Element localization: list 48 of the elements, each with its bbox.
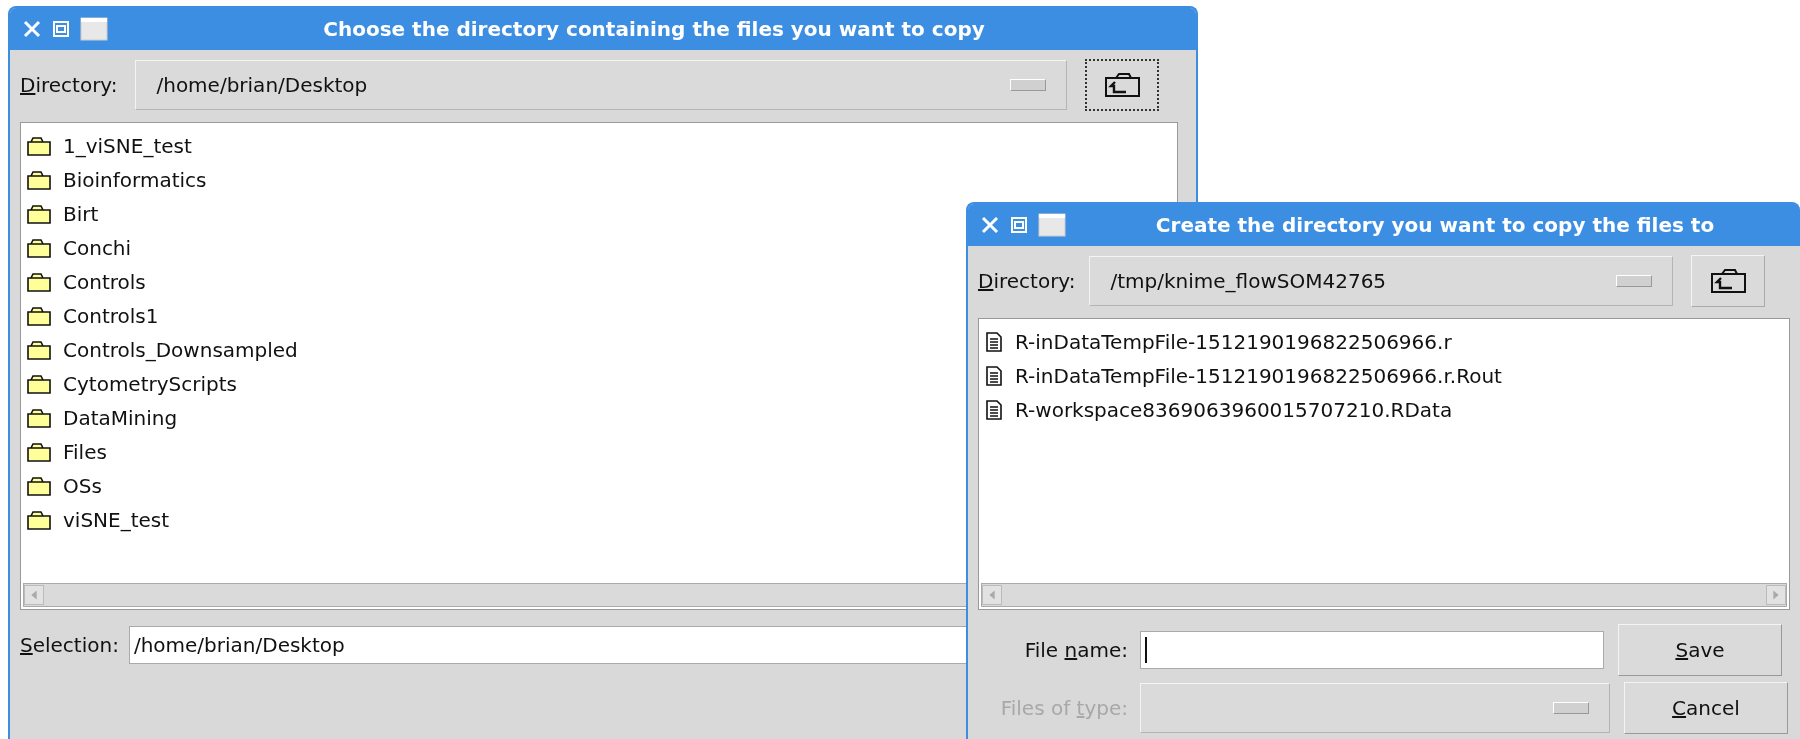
close-icon[interactable] [22, 19, 42, 39]
folder-icon [27, 170, 51, 190]
folder-item[interactable]: Files [27, 435, 1171, 469]
scroll-left-icon[interactable] [982, 585, 1002, 605]
file-name-field[interactable] [1140, 631, 1604, 669]
scroll-left-icon[interactable] [24, 585, 44, 605]
selection-label: Selection: [20, 633, 119, 657]
folder-icon [27, 442, 51, 462]
folder-item[interactable]: OSs [27, 469, 1171, 503]
cancel-button[interactable]: Cancel [1624, 682, 1788, 734]
directory-label: Directory: [20, 73, 118, 97]
restore-icon[interactable] [52, 20, 70, 38]
folder-icon [27, 306, 51, 326]
dropdown-icon [1010, 79, 1047, 91]
folder-up-icon [1102, 70, 1143, 100]
folder-icon [27, 238, 51, 258]
file-icon [985, 366, 1003, 386]
folder-icon [27, 204, 51, 224]
folder-icon [27, 510, 51, 530]
directory-label: Directory: [978, 269, 1076, 293]
folder-icon [27, 374, 51, 394]
folder-icon [27, 272, 51, 292]
scroll-right-icon[interactable] [1766, 585, 1786, 605]
folder-item[interactable]: 1_viSNE_test [27, 129, 1171, 163]
file-item[interactable]: R-workspace8369063960015707210.RData [985, 393, 1783, 427]
folder-item[interactable]: Bioinformatics [27, 163, 1171, 197]
dropdown-icon [1616, 275, 1653, 287]
folder-icon [27, 476, 51, 496]
file-icon [985, 332, 1003, 352]
window-title: Choose the directory containing the files you want to copy [322, 17, 986, 41]
folder-icon [27, 408, 51, 428]
folder-item[interactable]: viSNE_test [27, 503, 1171, 537]
folder-icon [27, 340, 51, 360]
directory-combo[interactable]: /tmp/knime_flowSOM42765 [1089, 256, 1674, 306]
save-button[interactable]: Save [1618, 624, 1782, 676]
maximize-icon[interactable] [1038, 213, 1066, 237]
close-icon[interactable] [980, 215, 1000, 235]
file-name-label: File name: [1023, 638, 1128, 662]
parent-directory-button[interactable] [1085, 59, 1160, 111]
directory-combo[interactable]: /home/brian/Desktop [135, 60, 1068, 110]
restore-icon[interactable] [1010, 216, 1028, 234]
folder-up-icon [1708, 266, 1749, 296]
dropdown-icon [1553, 702, 1589, 714]
folder-icon [27, 136, 51, 156]
maximize-icon[interactable] [80, 17, 108, 41]
file-item[interactable]: R-inDataTempFile-1512190196822506966.r.Rout [985, 359, 1783, 393]
horizontal-scrollbar[interactable] [981, 583, 1787, 607]
file-icon [985, 400, 1003, 420]
